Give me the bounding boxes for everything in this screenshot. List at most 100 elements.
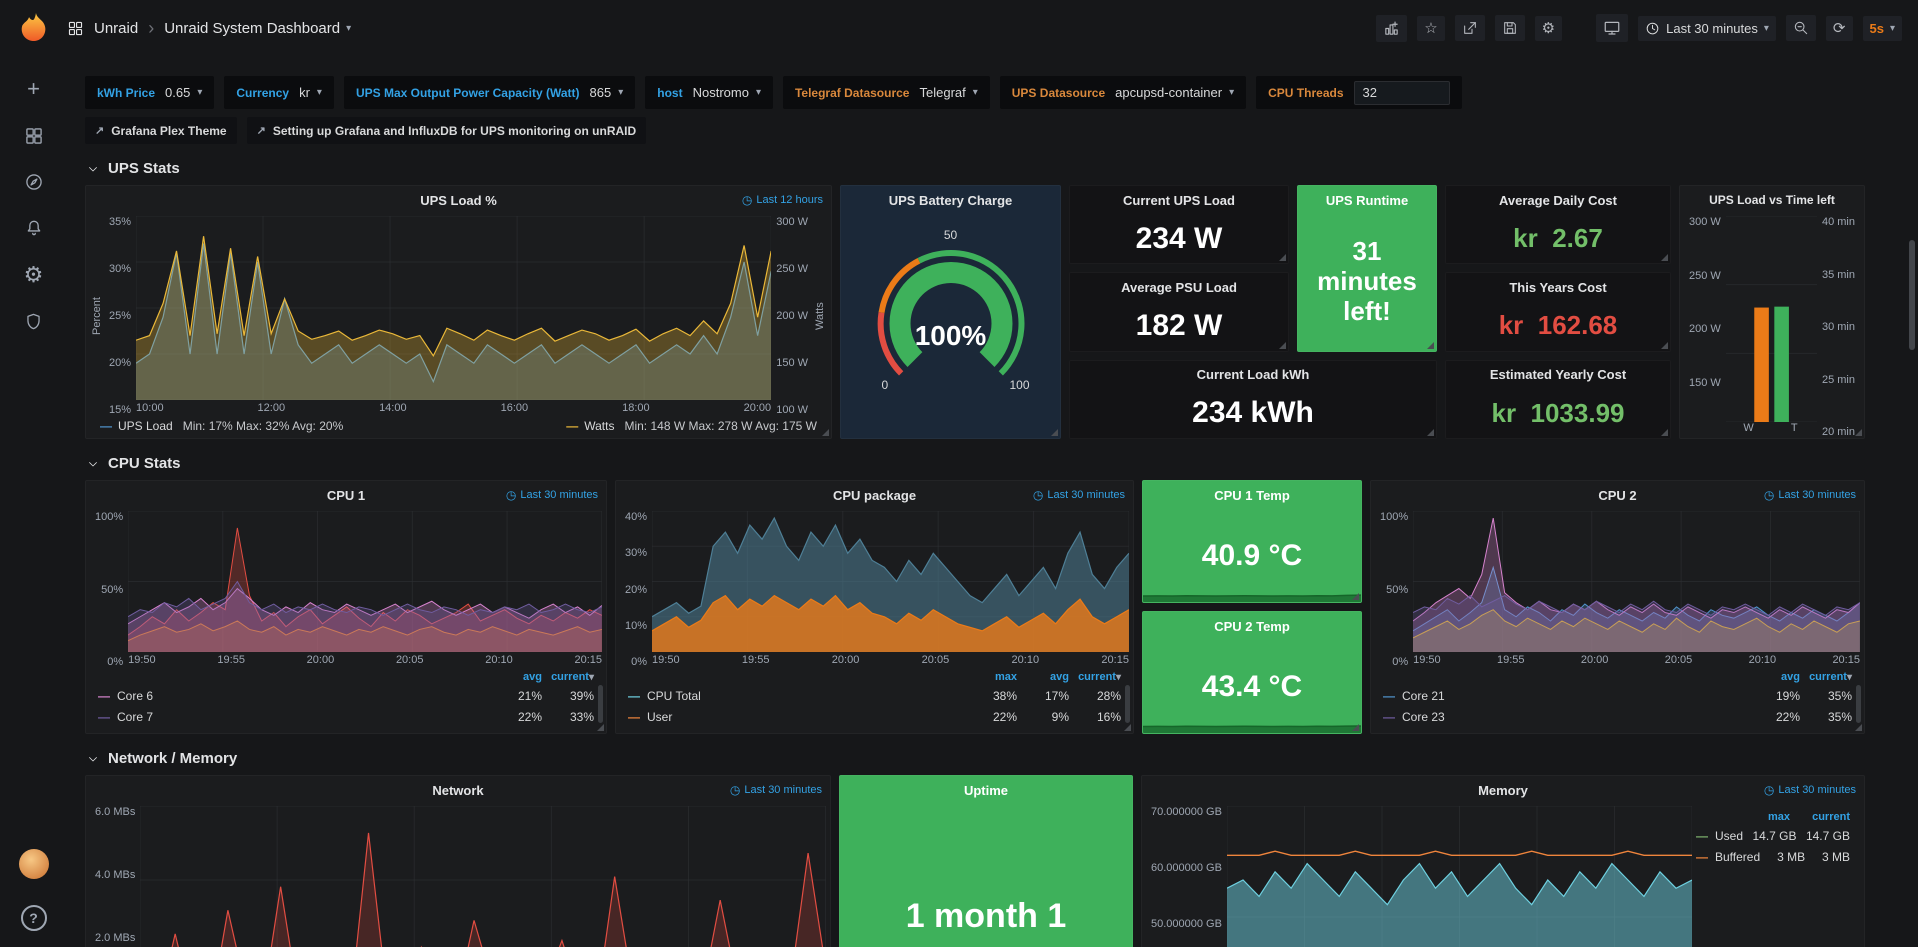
variable-ups-max-output[interactable]: UPS Max Output Power Capacity (Watt) 865… [344, 76, 635, 109]
panel-title[interactable]: UPS Load vs Time left [1709, 193, 1835, 207]
breadcrumb-folder[interactable]: Unraid [94, 20, 138, 37]
panel-title[interactable]: UPS Battery Charge [889, 193, 1013, 208]
panel-title[interactable]: CPU 1 Temp [1214, 488, 1290, 503]
sidebar-item-configuration[interactable]: ⚙ [24, 264, 44, 286]
panel-title[interactable]: Current Load kWh [1197, 367, 1310, 382]
panel-title[interactable]: This Years Cost [1509, 280, 1606, 295]
sidebar-item-alerting[interactable] [24, 218, 44, 238]
y-axis-ticks-left: 100%50%0% [1375, 511, 1413, 668]
sidebar-item-server-admin[interactable] [24, 312, 43, 331]
y-axis-ticks-right: 300 W250 W200 W150 W100 W [771, 216, 813, 416]
star-dashboard-button[interactable]: ☆ [1417, 16, 1444, 41]
legend-series-core7[interactable]: —Core 7 [98, 710, 490, 724]
legend-series-used[interactable]: —Used [1696, 829, 1743, 843]
refresh-button[interactable]: ⟳ [1826, 16, 1853, 41]
sidebar-item-create[interactable]: + [27, 78, 40, 100]
sidebar-item-dashboards[interactable] [24, 126, 44, 146]
panel-title[interactable]: Average Daily Cost [1499, 193, 1617, 208]
series-color-dash: — [100, 419, 112, 433]
legend-sort-current[interactable]: current▾ [1069, 671, 1121, 683]
panel-title[interactable]: Network [432, 783, 483, 798]
panel-average-daily-cost: Average Daily Cost kr 2.67 [1445, 185, 1671, 264]
legend-scrollbar[interactable] [598, 685, 603, 723]
monitor-icon [1603, 19, 1621, 37]
variable-host[interactable]: host Nostromo▾ [645, 76, 773, 109]
user-avatar[interactable] [19, 849, 49, 879]
clock-icon: ◷ [1764, 488, 1774, 502]
legend-series-cpu-total[interactable]: —CPU Total [628, 689, 965, 703]
legend-series-ups-load[interactable]: — UPS Load Min: 17% Max: 32% Avg: 20% [100, 419, 343, 433]
ups-vs-time-chart[interactable] [1726, 216, 1817, 422]
grafana-logo[interactable] [0, 12, 67, 44]
help-button[interactable]: ? [21, 905, 47, 931]
legend-sort-avg[interactable]: avg [1748, 671, 1800, 683]
panel-title[interactable]: Memory [1478, 783, 1528, 798]
variable-telegraf-datasource[interactable]: Telegraf Datasource Telegraf▾ [783, 76, 990, 109]
ups-load-chart[interactable] [136, 216, 771, 400]
legend-scrollbar[interactable] [1125, 685, 1130, 723]
panel-title[interactable]: UPS Runtime [1326, 193, 1408, 208]
legend-sort-max[interactable]: max [1730, 811, 1790, 823]
panel-title[interactable]: UPS Load % [420, 193, 497, 208]
memory-chart[interactable] [1227, 806, 1692, 947]
legend-series-watts[interactable]: — Watts Min: 148 W Max: 278 W Avg: 175 W [566, 419, 817, 433]
legend-series-core6[interactable]: —Core 6 [98, 689, 490, 703]
cpu-package-chart[interactable] [652, 511, 1129, 652]
sidebar-item-explore[interactable] [24, 172, 44, 192]
variable-currency[interactable]: Currency kr▾ [224, 76, 334, 109]
legend-sort-avg[interactable]: avg [1017, 671, 1069, 683]
add-panel-button[interactable] [1376, 15, 1407, 42]
page-scrollbar[interactable] [1909, 240, 1915, 350]
variable-kwh-price[interactable]: kWh Price 0.65▾ [85, 76, 214, 109]
legend-sort-current[interactable]: current▾ [542, 671, 594, 683]
panel-title[interactable]: CPU 2 [1598, 488, 1636, 503]
legend-sort-avg[interactable]: avg [490, 671, 542, 683]
dashboard-title-dropdown[interactable]: Unraid System Dashboard ▾ [164, 20, 351, 37]
legend-series-buffered[interactable]: —Buffered [1696, 850, 1760, 864]
legend-sort-max[interactable]: max [965, 671, 1017, 683]
panel-cpu-package: CPU package ◷ Last 30 minutes 40%30%20%1… [615, 480, 1134, 734]
legend-row: —Used 14.7 GB 14.7 GB [1696, 825, 1850, 846]
zoom-out-button[interactable] [1786, 15, 1816, 41]
cpu1-temp-sparkline [1143, 572, 1361, 602]
clock-icon: ◷ [730, 783, 740, 797]
time-range-picker[interactable]: Last 30 minutes ▾ [1638, 16, 1776, 41]
panel-title[interactable]: Average PSU Load [1121, 280, 1237, 295]
dashboard-settings-button[interactable]: ⚙ [1535, 16, 1562, 41]
section-header-network-memory[interactable]: Network / Memory [87, 750, 1918, 767]
panel-title[interactable]: Estimated Yearly Cost [1490, 367, 1626, 382]
legend-series-core21[interactable]: —Core 21 [1383, 689, 1748, 703]
section-header-ups-stats[interactable]: UPS Stats [87, 160, 1918, 177]
chevron-down-icon: ▾ [1890, 23, 1895, 34]
cpu1-legend-table: avg current▾ —Core 6 21% 39% —Core 7 22%… [86, 668, 606, 733]
panel-title[interactable]: CPU package [833, 488, 916, 503]
legend-series-core23[interactable]: —Core 23 [1383, 710, 1748, 724]
variable-ups-datasource[interactable]: UPS Datasource apcupsd-container▾ [1000, 76, 1246, 109]
panel-title[interactable]: Current UPS Load [1123, 193, 1235, 208]
network-chart[interactable] [140, 806, 826, 947]
refresh-interval-select[interactable]: 5s ▾ [1863, 16, 1903, 41]
share-dashboard-button[interactable] [1455, 15, 1485, 41]
legend-series-user[interactable]: —User [628, 710, 965, 724]
cpu-stats-row: CPU 1 ◷ Last 30 minutes 100%50%0% 19:501… [85, 480, 1865, 734]
panel-title[interactable]: CPU 2 Temp [1214, 619, 1290, 634]
cpu2-chart[interactable] [1413, 511, 1860, 652]
y-axis-ticks-left: 70.000000 GB60.000000 GB50.000000 GB [1146, 806, 1227, 930]
clock-icon: ◷ [742, 193, 752, 207]
cpu1-chart[interactable] [128, 511, 602, 652]
panel-title[interactable]: Uptime [964, 783, 1008, 798]
legend-scrollbar[interactable] [1856, 685, 1861, 723]
legend-sort-current[interactable]: current▾ [1800, 671, 1852, 683]
dashboard-link-ups-monitoring-guide[interactable]: ↗ Setting up Grafana and InfluxDB for UP… [247, 117, 647, 144]
time-range-label: Last 30 minutes [1666, 21, 1758, 36]
cpu-threads-input[interactable]: 32 [1354, 81, 1450, 105]
legend-sort-current[interactable]: current [1790, 811, 1850, 823]
save-dashboard-button[interactable] [1495, 15, 1525, 41]
dashboard-link-grafana-plex-theme[interactable]: ↗ Grafana Plex Theme [85, 117, 237, 144]
section-header-cpu-stats[interactable]: CPU Stats [87, 455, 1918, 472]
cycle-view-mode-button[interactable] [1596, 14, 1628, 42]
chevron-down-icon: ▾ [317, 87, 322, 98]
panel-title[interactable]: CPU 1 [327, 488, 365, 503]
chevron-down-icon: ▾ [1764, 23, 1769, 34]
apps-grid-icon[interactable] [67, 20, 84, 37]
